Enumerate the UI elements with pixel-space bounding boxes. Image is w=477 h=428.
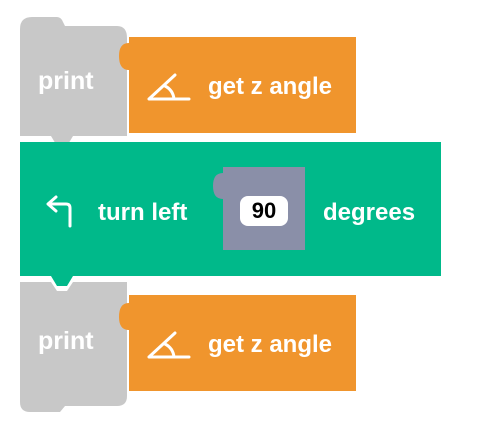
code-workspace: print get z angle turn left 90 degrees p… bbox=[0, 0, 477, 428]
degrees-value[interactable]: 90 bbox=[252, 198, 276, 224]
print-label: print bbox=[38, 327, 94, 355]
get-z-angle-label: get z angle bbox=[208, 73, 333, 100]
turn-left-label: turn left bbox=[98, 199, 188, 226]
degrees-label: degrees bbox=[323, 199, 416, 226]
turn-left-arrow-icon bbox=[46, 195, 72, 228]
angle-icon bbox=[147, 331, 191, 359]
angle-icon bbox=[147, 73, 191, 101]
degrees-number-field[interactable]: 90 bbox=[240, 196, 288, 226]
print-label: print bbox=[38, 67, 94, 95]
get-z-angle-label: get z angle bbox=[208, 331, 333, 358]
